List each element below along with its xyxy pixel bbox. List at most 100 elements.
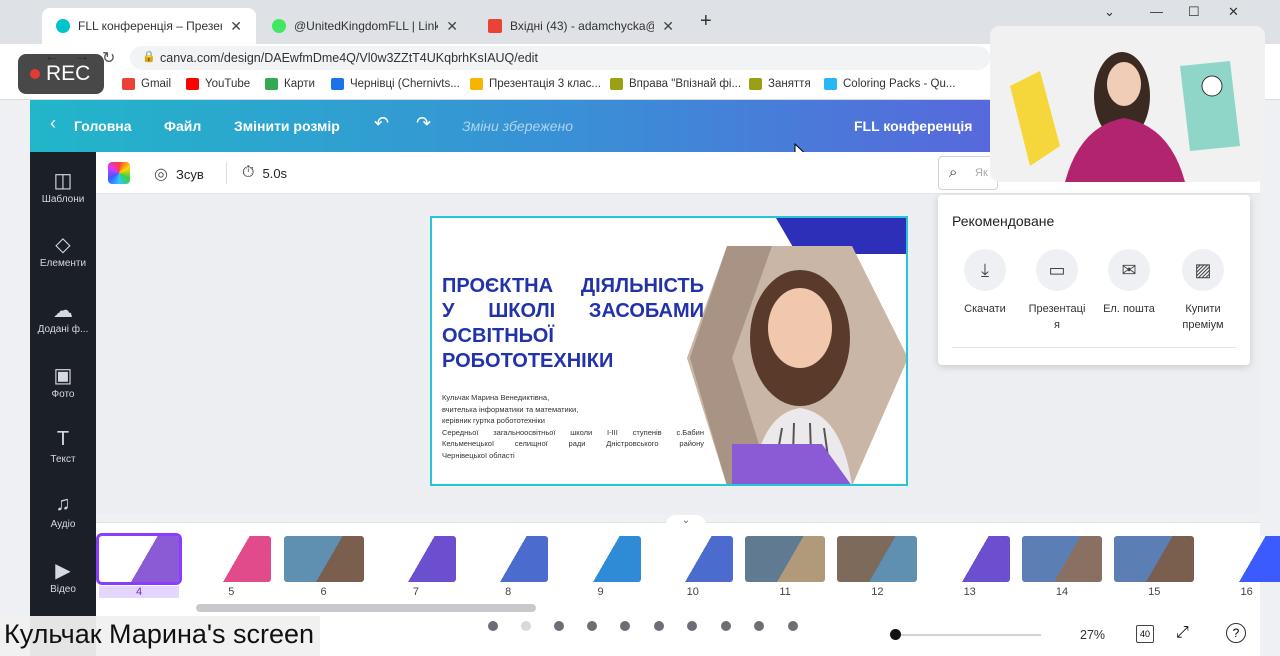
page-dot[interactable] [488,621,498,631]
present-button[interactable]: ▭ Презентаці я [1022,249,1092,333]
slide-title-line: ПРОЄКТНА ДІЯЛЬНІСТЬ [442,275,704,297]
chevron-left-icon[interactable]: ‹ [50,113,56,134]
help-icon[interactable]: ? [1226,623,1246,643]
duration-button[interactable]: ⏱ 5.0s [242,164,287,182]
sidebar-item-elements[interactable]: ◇ Елементи [30,232,96,269]
slide-thumbnail[interactable] [837,536,918,582]
page-dot[interactable] [521,621,531,631]
page-dot[interactable] [554,621,564,631]
author-line: Чернівецької області [442,450,515,460]
youtube-icon [186,78,199,90]
slide-title[interactable]: ПРОЄКТНА ДІЯЛЬНІСТЬ У ШКОЛІ ЗАСОБАМИ ОСВ… [442,274,704,374]
upload-icon: ☁ [53,300,73,322]
close-window-icon[interactable]: ✕ [1228,4,1239,20]
current-slide[interactable]: ПРОЄКТНА ДІЯЛЬНІСТЬ У ШКОЛІ ЗАСОБАМИ ОСВ… [430,216,908,486]
bookmark-coloring[interactable]: Coloring Packs - Qu... [824,78,955,90]
slide-thumbnail[interactable] [375,536,456,582]
slide-thumbnail[interactable] [745,536,826,582]
sidebar-item-photos[interactable]: ▣ Фото [30,363,96,400]
slide-thumbnail[interactable] [1206,536,1280,582]
close-tab-icon[interactable]: ✕ [230,18,242,35]
page-dot[interactable] [721,621,731,631]
search-input[interactable]: ⌕ Як [938,156,998,190]
maps-icon [265,78,278,90]
close-tab-icon[interactable]: ✕ [446,18,458,35]
slide-thumbnail[interactable] [283,536,364,582]
screen: FLL конференція – Презентація ✕ @UnitedK… [0,0,1280,656]
email-button[interactable]: ✉ Ел. пошта [1094,249,1164,317]
minimize-icon[interactable]: — [1150,4,1163,19]
zoom-slider-track[interactable] [891,634,1041,636]
bookmark-youtube[interactable]: YouTube [186,78,250,90]
chevron-down-icon[interactable]: ⌄ [1104,4,1115,20]
tab-linktree[interactable]: @UnitedKingdomFLL | Linktree ✕ [258,8,472,44]
slide-thumbnail[interactable] [652,536,733,582]
slide-title-line: ОСВІТНЬОЇ [442,325,554,347]
slide-thumbnail[interactable] [1114,536,1195,582]
tab-canva[interactable]: FLL конференція – Презентація ✕ [42,8,256,44]
slide-thumbnail[interactable] [191,536,272,582]
tab-gmail[interactable]: Вхідні (43) - adamchycka@gm ✕ [474,8,688,44]
butterfly-icon [824,78,837,90]
horizontal-scrollbar[interactable] [196,604,536,612]
author-line: вчителька інформатики та математики, [442,404,579,414]
search-icon: ⌕ [949,164,958,181]
canva-favicon-icon [56,19,70,33]
premium-button[interactable]: ▨ Купити преміум [1168,249,1238,333]
sidebar-item-audio[interactable]: ♫ Аудіо [30,493,96,530]
maximize-icon[interactable]: ☐ [1188,4,1200,20]
page-grid-button[interactable]: 40 [1136,625,1154,643]
bookmark-gmail[interactable]: Gmail [122,78,171,90]
bookmark-presentation[interactable]: Презентація 3 клас... [470,78,601,90]
bookmark-maps[interactable]: Карти [265,78,315,90]
photo-icon: ▣ [53,365,73,387]
recording-indicator: REC [18,54,104,94]
undo-icon[interactable]: ↶ [374,113,389,134]
tab-title: Вхідні (43) - adamchycka@gm [510,19,654,33]
save-status: Зміни збережено [462,118,574,134]
resize-button[interactable]: Змінити розмір [234,118,340,134]
page-dot[interactable] [654,621,664,631]
sidebar-item-video[interactable]: ▶ Відео [30,558,96,595]
bookmark-lessons[interactable]: Заняття [749,78,811,90]
slide-author-text[interactable]: Кульчак Марина Венедиктівна, вчителька і… [442,392,704,461]
zoom-slider-thumb[interactable] [890,629,901,640]
linktree-favicon-icon [272,19,286,33]
animate-button[interactable]: ◎ Зсув [154,164,204,184]
project-title[interactable]: FLL конференція [854,118,972,134]
sidebar-item-uploads[interactable]: ☁ Додані ф... [30,298,96,335]
color-picker[interactable] [108,162,130,184]
download-button[interactable]: ⤓ Скачати [950,249,1020,317]
slide-thumbnail[interactable] [1022,536,1102,582]
url-field[interactable]: 🔒 canva.com/design/DAEwfmDme4Q/Vl0w3ZZtT… [130,46,990,70]
slide-thumbnail[interactable] [929,536,1010,582]
slide-thumbnail[interactable] [468,536,549,582]
close-tab-icon[interactable]: ✕ [662,18,674,35]
record-dot-icon [30,69,40,79]
bookmark-chernivtsi[interactable]: Чернівці (Chernivts... [331,78,460,90]
page-dot[interactable] [587,621,597,631]
sidebar-item-text[interactable]: T Текст [30,428,96,465]
zoom-level[interactable]: 27% [1080,628,1105,642]
file-menu[interactable]: Файл [164,118,201,134]
page-dot[interactable] [754,621,764,631]
sidebar-item-templates[interactable]: ◫ Шаблони [30,168,96,205]
reload-icon[interactable]: ↻ [102,48,115,68]
webcam-video [990,26,1265,182]
redo-icon[interactable]: ↷ [416,113,431,134]
page-dot[interactable] [687,621,697,631]
page-dot[interactable] [788,621,798,631]
premium-icon: ▨ [1182,249,1224,291]
panel-heading: Рекомендоване [952,213,1055,229]
audio-icon: ♫ [55,493,71,515]
page-dot[interactable] [620,621,630,631]
new-tab-button[interactable]: + [700,10,712,33]
collapse-chevron-icon[interactable]: ⌄ [666,515,706,527]
home-button[interactable]: Головна [74,118,132,134]
slide-thumbnail[interactable] [560,536,641,582]
bookmark-exercise[interactable]: Вправа "Впізнай фі... [610,78,741,90]
left-sidebar: ◫ Шаблони ◇ Елементи ☁ Додані ф... ▣ Фот… [30,152,96,656]
slide-thumbnail[interactable] [96,533,182,585]
email-icon: ✉ [1108,249,1150,291]
fullscreen-icon[interactable]: ⤢ [1176,624,1189,642]
